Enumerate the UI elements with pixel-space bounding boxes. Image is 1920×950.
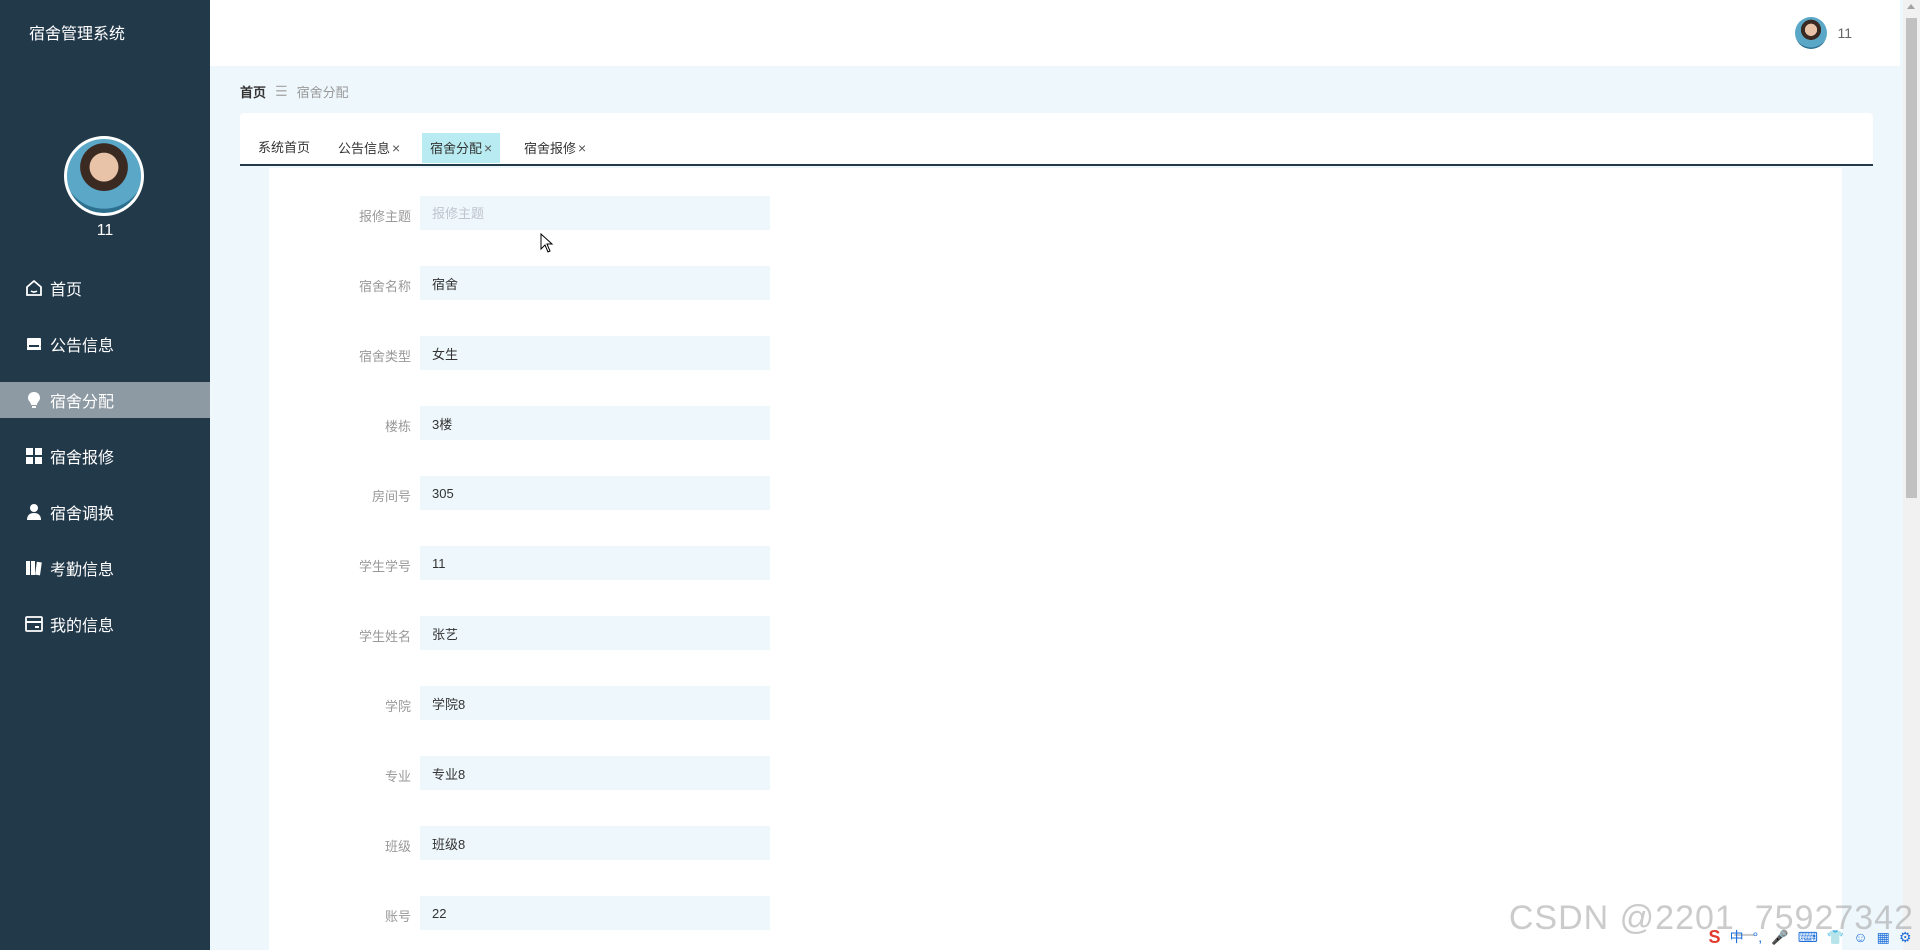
field-label: 宿舍类型 [358,349,411,364]
tab-notices[interactable]: 公告信息 × [330,133,408,163]
field-label: 学生学号 [358,559,411,574]
header-user[interactable]: 11 [1795,17,1852,49]
book-icon [26,561,42,576]
sidebar-item-attendance[interactable]: 考勤信息 [0,550,210,586]
ime-toolbar: S 中 °, 🎤 ⌨ 👕 ☺ ▦ ⚙ [1700,924,1920,950]
microphone-icon[interactable]: 🎤 [1771,929,1788,946]
tab-label: 宿舍分配 [430,141,483,156]
tabs-bar: 系统首页 公告信息 × 宿舍分配 × 宿舍报修 × [240,113,1873,166]
tab-dorm-repair[interactable]: 宿舍报修 × [516,133,594,163]
breadcrumb-current: 宿舍分配 [296,85,349,100]
tab-label: 系统首页 [258,140,311,155]
breadcrumb: 首页 ☰ 宿舍分配 [240,82,349,101]
field-label: 宿舍名称 [358,279,411,294]
dorm-name-input[interactable] [420,266,770,300]
tab-label: 宿舍报修 [524,141,577,156]
sidebar-item-dorm-repair[interactable]: 宿舍报修 [0,438,210,474]
bulb-icon [28,392,40,408]
field-label: 班级 [384,839,411,854]
toolbox-icon[interactable]: ▦ [1877,929,1890,946]
sidebar-item-home[interactable]: 首页 [0,270,210,306]
tab-dorm-assign[interactable]: 宿舍分配 × [422,133,501,163]
field-label: 房间号 [371,489,411,504]
college-input[interactable] [420,686,770,720]
repair-subject-input[interactable] [420,196,770,230]
student-name-input[interactable] [420,616,770,650]
ime-mode[interactable]: 中 [1730,927,1744,947]
mouse-cursor-icon [540,233,554,253]
tab-system-home[interactable]: 系统首页 [250,133,318,163]
settings-icon[interactable]: ⚙ [1899,929,1912,946]
sidebar-item-label: 首页 [50,282,83,299]
avatar[interactable] [64,136,144,216]
top-header: 11 [210,0,1900,66]
avatar[interactable] [1795,17,1828,49]
header-username: 11 [1837,25,1852,41]
student-id-input[interactable] [420,546,770,580]
field-label: 报修主题 [358,209,411,224]
close-icon[interactable]: × [484,140,492,156]
major-input[interactable] [420,756,770,790]
app-title: 宿舍管理系统 [29,26,126,43]
scroll-thumb[interactable] [1906,18,1917,498]
card-icon [25,616,43,632]
tab-label: 公告信息 [338,141,391,156]
sidebar-item-dorm-swap[interactable]: 宿舍调换 [0,494,210,530]
user-icon [27,504,41,520]
sidebar-item-label: 考勤信息 [50,562,115,579]
field-label: 账号 [384,909,411,924]
sogou-logo-icon[interactable]: S [1709,927,1721,948]
room-number-input[interactable] [420,476,770,510]
field-label: 专业 [384,769,411,784]
form-panel: 报修主题 宿舍名称 宿舍类型 楼栋 房间号 学生学号 学生姓名 学院 专业 班级… [269,168,1842,950]
page-scrollbar[interactable] [1903,0,1920,950]
sidebar: 宿舍管理系统 11 首页 公告信息 宿舍分配 宿舍报修 宿舍调换 考勤信息 我的… [0,0,210,950]
close-icon[interactable]: × [392,140,400,156]
field-label: 学院 [384,699,411,714]
inbox-icon [27,338,41,350]
field-label: 楼栋 [384,419,411,434]
class-input[interactable] [420,826,770,860]
sidebar-item-notices[interactable]: 公告信息 [0,326,210,362]
grid-icon [26,448,42,464]
skin-icon[interactable]: 👕 [1827,929,1844,946]
scroll-up-icon[interactable] [1907,4,1915,9]
sidebar-item-label: 公告信息 [50,338,115,355]
breadcrumb-separator-icon: ☰ [275,83,288,99]
breadcrumb-home[interactable]: 首页 [240,82,266,101]
sidebar-item-label: 宿舍报修 [50,450,115,467]
punctuation-icon[interactable]: °, [1753,929,1763,945]
account-input[interactable] [420,896,770,930]
emoji-icon[interactable]: ☺ [1853,929,1867,945]
sidebar-item-label: 宿舍调换 [50,506,115,523]
sidebar-item-my-info[interactable]: 我的信息 [0,606,210,642]
close-icon[interactable]: × [578,140,586,156]
dorm-type-input[interactable] [420,336,770,370]
sidebar-username: 11 [96,222,114,239]
building-input[interactable] [420,406,770,440]
sidebar-item-label: 我的信息 [50,618,115,635]
sidebar-item-label: 宿舍分配 [50,394,115,411]
sidebar-item-dorm-assign[interactable]: 宿舍分配 [0,382,210,418]
field-label: 学生姓名 [358,629,411,644]
home-icon [26,279,42,296]
keyboard-icon[interactable]: ⌨ [1798,929,1818,946]
sidebar-menu: 首页 公告信息 宿舍分配 宿舍报修 宿舍调换 考勤信息 我的信息 [0,270,210,662]
